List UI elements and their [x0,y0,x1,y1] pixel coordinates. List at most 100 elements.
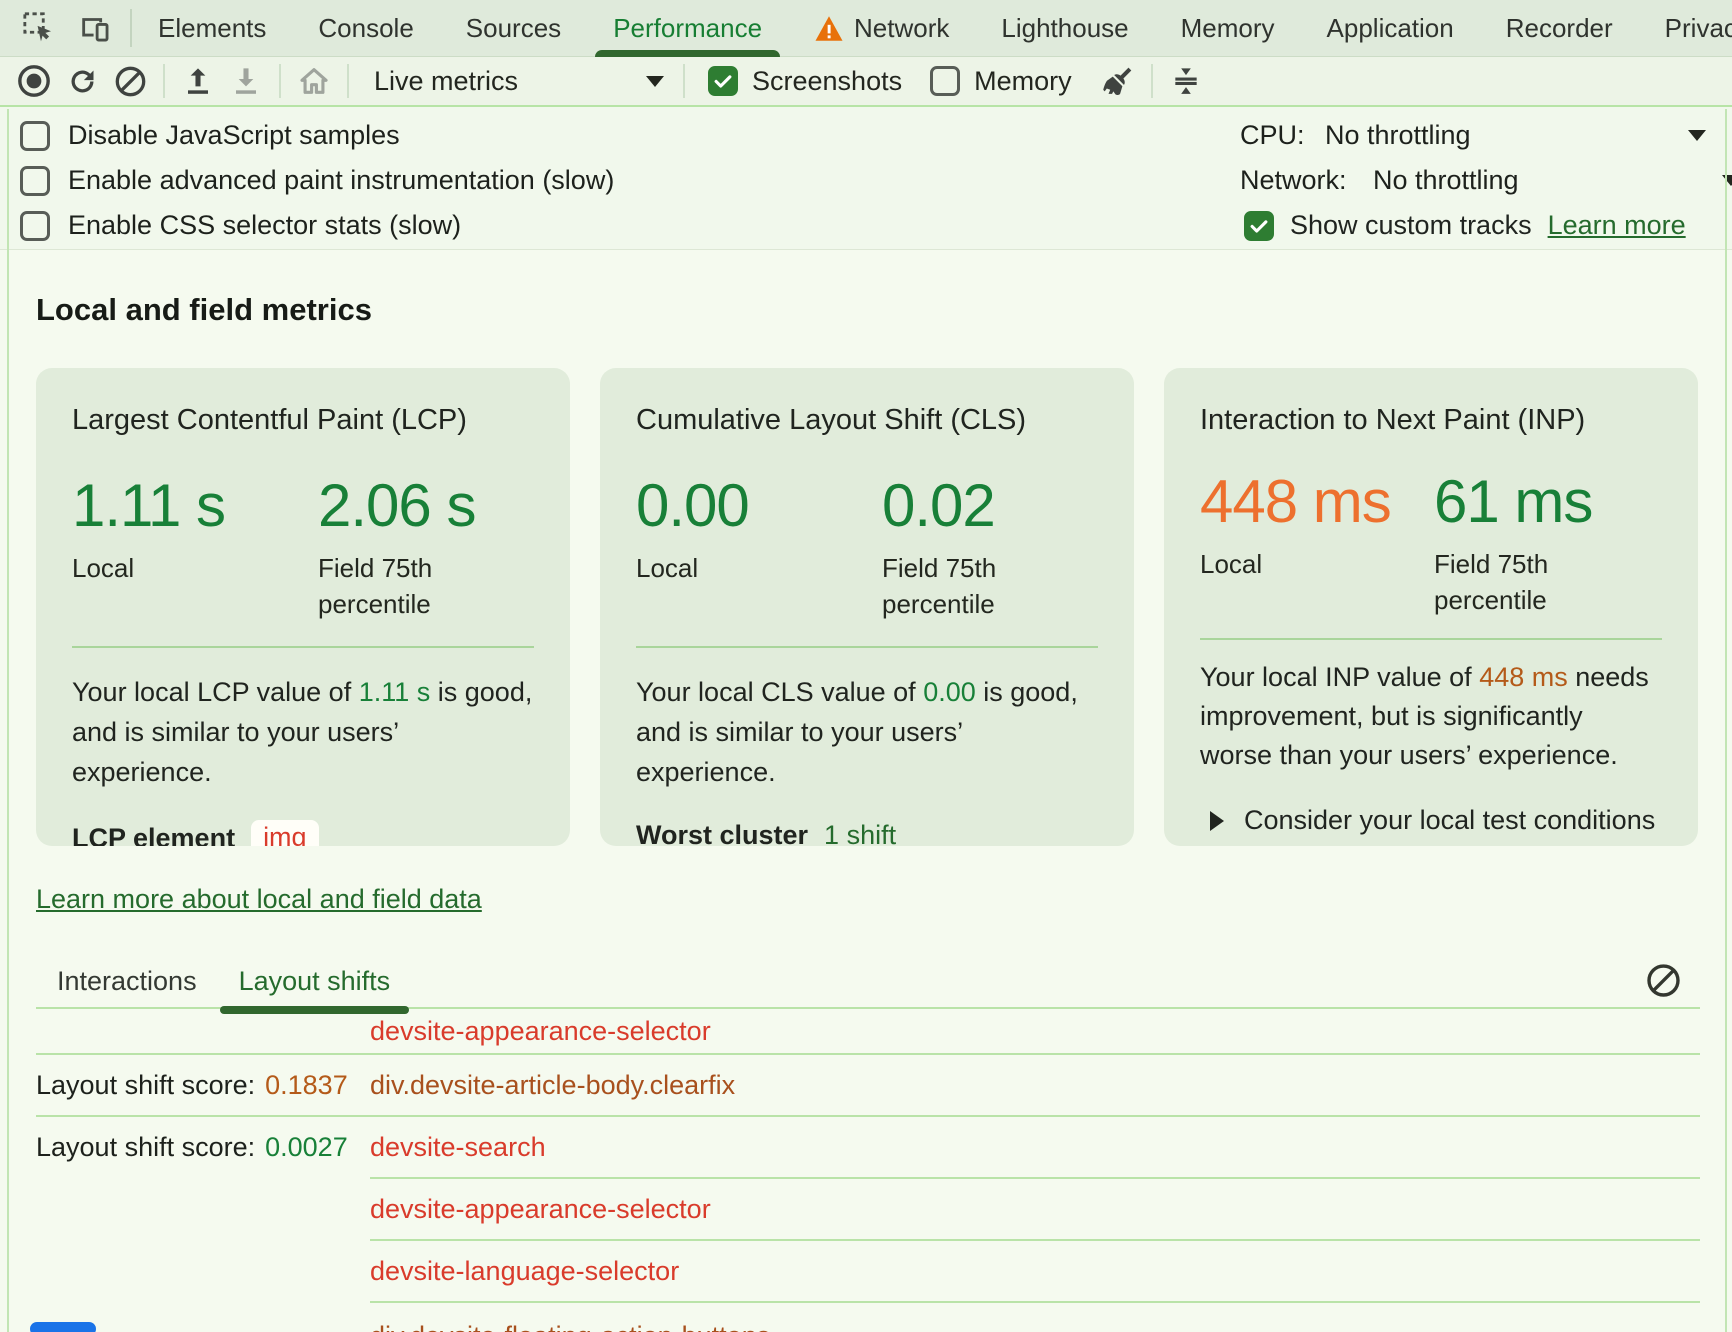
shift-element-link[interactable]: devsite-appearance-selector [370,1194,711,1225]
score-label: Layout shift score: [36,1132,255,1163]
summary-value: 1.11 s [359,677,431,707]
local-label: Local [72,550,232,586]
memory-checkbox[interactable] [930,66,960,96]
inp-summary: Your local INP value of 448 ms needs imp… [1200,658,1662,775]
toolbar-separator [347,64,349,98]
memory-label: Memory [974,66,1072,97]
learn-more-field-data-link[interactable]: Learn more about local and field data [36,884,482,915]
setting-label: Enable advanced paint instrumentation (s… [68,165,614,196]
tab-privacy-sandbox[interactable]: Privacy Sand [1639,0,1732,57]
layout-shift-row: div.devsite-floating-action-buttons [36,1303,1700,1332]
advanced-paint-checkbox[interactable] [20,166,50,196]
disable-js-samples-checkbox[interactable] [20,121,50,151]
tab-elements[interactable]: Elements [132,0,292,57]
cpu-label: CPU: [1240,120,1325,151]
cls-field-value: 0.02 [882,471,1042,540]
garbage-collect-button[interactable] [1094,60,1142,102]
network-throttling-select[interactable]: Network: No throttling [1240,158,1732,203]
save-profile-button[interactable] [222,60,270,102]
worst-cluster-label: Worst cluster [636,820,808,846]
tab-label: Privacy Sand [1665,13,1732,44]
shift-element-link[interactable]: devsite-language-selector [370,1256,679,1287]
tab-lighthouse[interactable]: Lighthouse [975,0,1154,57]
local-test-conditions-disclosure[interactable]: Consider your local test conditions [1200,805,1662,836]
clear-button[interactable] [106,60,154,102]
tab-sources[interactable]: Sources [440,0,587,57]
collapse-section-button[interactable] [1162,60,1210,102]
devtools-performance-panel: Elements Console Sources Performance Net… [0,0,1732,1332]
tab-performance[interactable]: Performance [587,0,788,57]
device-toolbar-icon [77,11,113,45]
cpu-throttling-select[interactable]: CPU: No throttling [1240,113,1732,158]
card-title: Interaction to Next Paint (INP) [1200,404,1662,437]
load-profile-button[interactable] [174,60,222,102]
tab-label: Recorder [1506,13,1613,44]
record-icon [17,64,51,98]
record-button[interactable] [10,60,58,102]
device-toolbar-button[interactable] [72,6,118,50]
cls-local-value: 0.00 [636,471,882,540]
capture-settings-pane: Disable JavaScript samples Enable advanc… [0,107,1732,250]
tab-recorder[interactable]: Recorder [1480,0,1639,57]
score-value: 0.1837 [265,1070,348,1101]
inp-field-value: 61 ms [1434,467,1594,536]
score-value: 0.0027 [265,1132,348,1163]
memory-toggle[interactable]: Memory [930,66,1072,97]
layout-shift-row: devsite-appearance-selector [36,1009,1700,1053]
tab-memory[interactable]: Memory [1155,0,1301,57]
tab-label: Layout shifts [239,966,391,997]
screenshots-label: Screenshots [752,66,902,97]
custom-tracks-learn-more-link[interactable]: Learn more [1548,210,1686,241]
history-mode-selector[interactable]: Live metrics [374,66,664,97]
record-and-reload-button[interactable] [58,60,106,102]
panel-tabs: Elements Console Sources Performance Net… [132,0,1732,57]
tab-interactions[interactable]: Interactions [36,955,218,1007]
layout-shift-row: devsite-language-selector [36,1241,1700,1301]
upload-icon [182,65,214,97]
layout-shift-row: devsite-appearance-selector [36,1179,1700,1239]
card-divider [72,646,534,648]
tab-label: Elements [158,13,266,44]
field-label: Field 75th percentile [318,550,478,622]
show-custom-tracks-checkbox[interactable] [1244,211,1274,241]
download-icon [230,65,262,97]
tab-label: Sources [466,13,561,44]
lcp-element-node-link[interactable]: img [251,820,319,846]
network-label: Network: [1240,165,1373,196]
worst-cluster-link[interactable]: 1 shift [824,820,896,846]
shift-element-link[interactable]: devsite-search [370,1132,546,1163]
chevron-down-icon [1688,130,1706,141]
screenshots-toggle[interactable]: Screenshots [708,66,902,97]
clear-log-button[interactable] [1645,962,1682,999]
reload-icon [66,65,99,98]
horizontal-scrollbar-thumb[interactable] [30,1322,96,1332]
page-title: Local and field metrics [36,292,1732,328]
devtools-tabbar: Elements Console Sources Performance Net… [0,0,1732,57]
tab-label: Memory [1181,13,1275,44]
css-selector-stats-checkbox[interactable] [20,211,50,241]
show-custom-tracks-setting[interactable]: Show custom tracks Learn more [1240,203,1732,248]
chevron-down-icon [646,76,664,87]
lcp-summary: Your local LCP value of 1.11 s is good, … [72,672,534,792]
live-metrics-home-button[interactable] [290,60,338,102]
lcp-element-label: LCP element [72,823,235,846]
summary-value: 448 ms [1479,662,1568,692]
shift-element-link[interactable]: devsite-appearance-selector [370,1016,711,1047]
tab-application[interactable]: Application [1301,0,1480,57]
chevron-down-icon [1722,175,1732,186]
block-icon [114,65,147,98]
shift-element-link[interactable]: div.devsite-article-body.clearfix [370,1070,735,1101]
tab-console[interactable]: Console [292,0,439,57]
inspect-element-button[interactable] [16,6,62,50]
block-icon [1645,962,1682,999]
card-divider [636,646,1098,648]
toolbar-separator [683,64,685,98]
lcp-local-value: 1.11 s [72,471,318,540]
tab-layout-shifts[interactable]: Layout shifts [218,955,412,1007]
shift-element-link[interactable]: div.devsite-floating-action-buttons [370,1321,770,1332]
summary-value: 0.00 [923,677,976,707]
tab-network[interactable]: Network [788,0,975,57]
screenshots-checkbox[interactable] [708,66,738,96]
lcp-field-value: 2.06 s [318,471,478,540]
tab-label: Application [1327,13,1454,44]
